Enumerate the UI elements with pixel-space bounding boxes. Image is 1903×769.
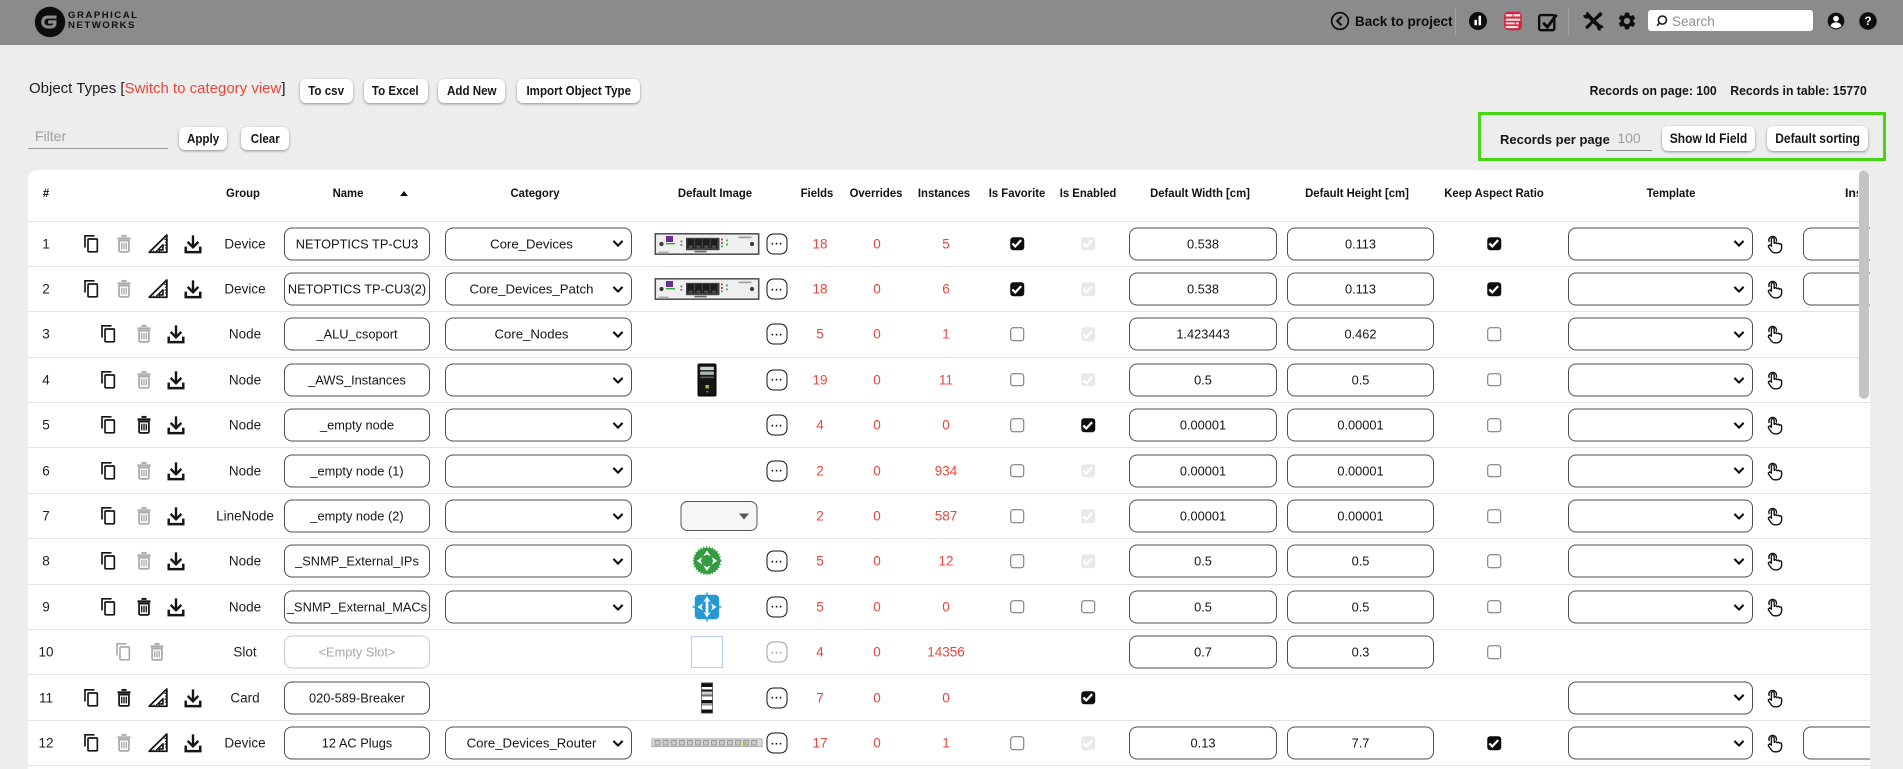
svg-text:?: ? <box>1864 14 1871 28</box>
